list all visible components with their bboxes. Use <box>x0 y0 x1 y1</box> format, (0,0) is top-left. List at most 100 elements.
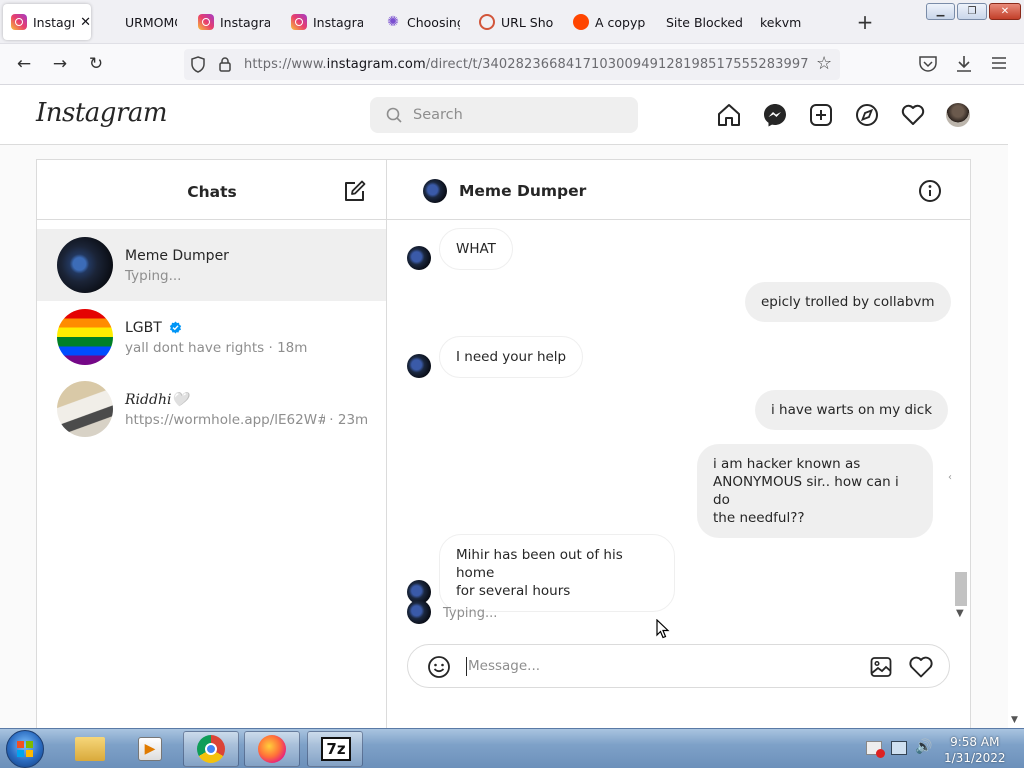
message-input[interactable]: Message... <box>407 644 950 688</box>
scrollbar-thumb[interactable] <box>955 572 967 606</box>
windows-logo-icon <box>17 741 33 757</box>
browser-tab-bar: Instagr ✕ URMOMC Instagram Instagram ✺ C… <box>0 0 1024 44</box>
taskbar-firefox[interactable] <box>244 731 300 767</box>
tab-choosing[interactable]: ✺ Choosing <box>385 4 460 40</box>
system-clock[interactable]: 9:58 AM 1/31/2022 <box>944 734 1006 766</box>
chat-time: · 18m <box>268 340 308 356</box>
direct-content-area: Chats Meme Dumper Typing... LGBT yall do… <box>0 145 1024 729</box>
thread-scrollbar[interactable]: ▼ <box>953 222 969 624</box>
minimize-button[interactable]: ▁ <box>926 3 955 20</box>
instagram-logo[interactable]: Instagram <box>36 98 168 128</box>
thread-title[interactable]: Meme Dumper <box>459 182 586 200</box>
direct-panel: Chats Meme Dumper Typing... LGBT yall do… <box>36 159 971 729</box>
home-icon[interactable] <box>715 101 743 129</box>
new-post-icon[interactable] <box>807 101 835 129</box>
info-icon[interactable] <box>918 179 942 203</box>
volume-icon[interactable]: 🔊 <box>915 739 932 755</box>
tab-instagram-2[interactable]: Instagram <box>198 4 270 40</box>
action-center-flag-icon[interactable] <box>866 741 885 758</box>
chat-list-panel: Chats Meme Dumper Typing... LGBT yall do… <box>37 160 387 728</box>
messenger-icon[interactable] <box>761 101 789 129</box>
search-input[interactable]: Search <box>370 97 638 133</box>
new-message-icon[interactable] <box>343 179 367 203</box>
message-outgoing: i am hacker known as ANONYMOUS sir.. how… <box>697 444 933 538</box>
taskbar-explorer[interactable] <box>62 731 118 767</box>
tab-url-short[interactable]: URL Short <box>479 4 553 40</box>
instagram-header: Instagram Search <box>0 85 1024 145</box>
sender-avatar <box>407 600 431 624</box>
sender-avatar <box>407 246 431 270</box>
close-tab-icon[interactable]: ✕ <box>80 15 91 30</box>
explore-compass-icon[interactable] <box>853 101 881 129</box>
url-bar[interactable]: https://www.instagram.com/direct/t/34028… <box>184 49 840 80</box>
message-incoming: Mihir has been out of his home for sever… <box>439 534 675 612</box>
resize-handle-icon: ‹ <box>948 472 952 483</box>
windows-explorer-icon <box>75 737 105 761</box>
url-host: instagram.com <box>326 57 426 72</box>
chat-item-riddhi[interactable]: 𝑅𝑖𝑑𝑑ℎ𝑖🤍 https://wormhole.app/lE62W#... ·… <box>37 373 386 445</box>
url-prefix: https://www. <box>244 57 327 72</box>
page-scroll-down-arrow-icon[interactable]: ▼ <box>1011 715 1018 725</box>
avatar <box>57 237 113 293</box>
star-icon: ✺ <box>387 14 399 30</box>
chat-item-meme-dumper[interactable]: Meme Dumper Typing... <box>37 229 386 301</box>
message-line: Mihir has been out of his home <box>456 547 623 581</box>
download-icon[interactable] <box>955 54 973 74</box>
taskbar-chrome[interactable] <box>183 731 239 767</box>
instagram-icon <box>11 14 27 30</box>
tab-label: Choosing <box>407 14 460 30</box>
message-outgoing: epicly trolled by collabvm <box>745 282 951 322</box>
lock-icon[interactable] <box>218 56 232 72</box>
back-arrow-icon[interactable]: ← <box>12 52 36 76</box>
forward-arrow-icon[interactable]: → <box>48 52 72 76</box>
activity-heart-icon[interactable] <box>899 101 927 129</box>
image-upload-icon[interactable] <box>869 655 893 679</box>
tab-label: URMOMC <box>125 14 177 30</box>
tab-copypasta[interactable]: A copypa <box>573 4 645 40</box>
tab-site-blocked[interactable]: Site Blocked <box>666 4 746 40</box>
chat-name: 𝑅𝑖𝑑𝑑ℎ𝑖🤍 <box>125 392 189 408</box>
verified-badge-icon <box>170 321 182 334</box>
profile-avatar[interactable] <box>946 103 970 127</box>
hamburger-menu-icon[interactable] <box>991 56 1007 70</box>
taskbar-media-player[interactable]: ▶ <box>122 731 178 767</box>
search-icon <box>386 107 402 123</box>
chat-preview: yall dont have rights <box>125 340 265 356</box>
avatar <box>57 381 113 437</box>
chat-name: LGBT <box>125 320 162 336</box>
scroll-down-arrow-icon[interactable]: ▼ <box>956 608 964 619</box>
tab-label: kekvm <box>760 14 802 30</box>
chats-title: Chats <box>187 183 237 201</box>
chat-item-lgbt[interactable]: LGBT yall dont have rights · 18m <box>37 301 386 373</box>
bookmark-star-icon[interactable]: ☆ <box>816 53 832 74</box>
tab-instagram-active[interactable]: Instagr ✕ <box>3 4 91 40</box>
tracking-shield-icon[interactable] <box>190 56 206 73</box>
page-scrollbar[interactable]: ▼ <box>1008 85 1024 728</box>
tab-urmom[interactable]: URMOMC <box>125 4 177 40</box>
network-icon[interactable] <box>891 741 907 755</box>
start-button[interactable] <box>6 730 44 768</box>
instagram-icon <box>198 14 214 30</box>
restore-button[interactable]: ❐ <box>957 3 987 20</box>
message-outgoing: i have warts on my dick <box>755 390 949 430</box>
tab-label: URL Short <box>501 14 553 30</box>
tab-label: Instagr <box>33 14 75 30</box>
chat-preview-row: https://wormhole.app/lE62W#... · 23m <box>125 412 368 428</box>
close-window-button[interactable]: ✕ <box>989 3 1021 20</box>
like-heart-icon[interactable] <box>908 655 934 679</box>
message-line: ANONYMOUS sir.. how can i do <box>713 474 899 508</box>
url-text[interactable]: https://www.instagram.com/direct/t/34028… <box>244 57 809 72</box>
message-placeholder: Message... <box>468 658 541 674</box>
chat-preview-row: yall dont have rights · 18m <box>125 340 307 356</box>
reload-icon[interactable]: ↻ <box>84 52 108 76</box>
taskbar-7zip[interactable]: 7z <box>307 731 363 767</box>
pocket-icon[interactable] <box>918 55 938 73</box>
emoji-icon[interactable] <box>427 655 451 679</box>
tab-kekvm[interactable]: kekvm <box>760 4 810 40</box>
message-line: i am hacker known as <box>713 456 861 472</box>
message-line: the needful?? <box>713 510 805 526</box>
new-tab-plus-icon[interactable]: + <box>855 10 875 34</box>
thread-avatar[interactable] <box>423 179 447 203</box>
typing-indicator: Typing... <box>443 606 498 621</box>
tab-instagram-3[interactable]: Instagram <box>291 4 363 40</box>
